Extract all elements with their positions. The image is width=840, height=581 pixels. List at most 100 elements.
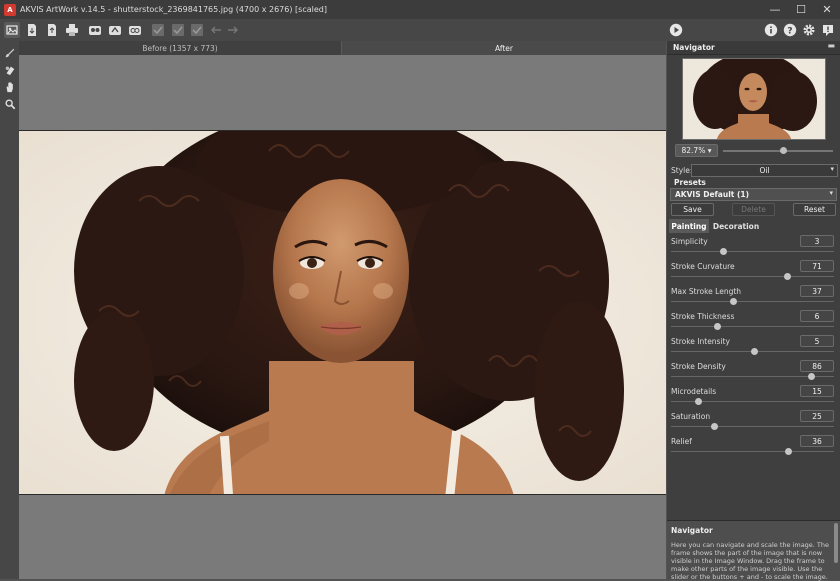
param-slider[interactable] [671, 323, 834, 330]
zoom-value: 82.7% [681, 146, 706, 155]
svg-text:?: ? [787, 26, 792, 36]
share-icon[interactable] [107, 22, 123, 38]
param-label: Max Stroke Length [671, 287, 742, 296]
param-label: Saturation [671, 412, 711, 421]
undo-arrow-icon[interactable] [208, 22, 224, 38]
window-title: AKVIS ArtWork v.14.5 - shutterstock_2369… [20, 5, 327, 14]
param-slider-thumb[interactable] [729, 298, 737, 305]
help-icon[interactable]: ? [782, 22, 798, 38]
brush-tool-icon[interactable] [2, 45, 17, 60]
settings-panel: Navigator ▬ 82.7% ▾ Style: Oil ▾ Presets… [667, 41, 840, 579]
param-slider-thumb[interactable] [807, 373, 815, 380]
tab-decoration[interactable]: Decoration [713, 219, 759, 233]
param-row: Stroke Intensity 5 [671, 335, 836, 355]
result-image[interactable] [19, 130, 666, 495]
param-slider-thumb[interactable] [750, 348, 758, 355]
param-label: Stroke Curvature [671, 262, 735, 271]
param-slider[interactable] [671, 273, 834, 280]
param-row: Stroke Thickness 6 [671, 310, 836, 330]
style-select[interactable]: Oil ▾ [691, 164, 838, 177]
style-label: Style: [671, 166, 693, 175]
zoom-control: 82.7% ▾ [675, 144, 835, 158]
tab-painting[interactable]: Painting [669, 219, 709, 233]
param-slider-thumb[interactable] [720, 248, 728, 255]
minimize-button[interactable]: — [762, 0, 788, 19]
help-panel: Navigator Here you can navigate and scal… [667, 520, 840, 581]
zoom-select[interactable]: 82.7% ▾ [675, 144, 718, 157]
param-value-field[interactable]: 25 [800, 410, 834, 422]
param-slider-thumb[interactable] [694, 398, 702, 405]
param-value-field[interactable]: 5 [800, 335, 834, 347]
reset-preset-button[interactable]: Reset [793, 203, 836, 216]
navigator-thumbnail[interactable] [682, 58, 826, 140]
param-slider[interactable] [671, 398, 834, 405]
home-icon[interactable] [4, 22, 20, 38]
panel-menu-icon[interactable]: ▬ [827, 41, 835, 50]
app-logo-icon: A [4, 3, 16, 16]
chevron-down-icon: ▾ [829, 189, 833, 197]
notification-icon[interactable] [820, 22, 836, 38]
batch-icon[interactable] [87, 22, 103, 38]
param-slider-thumb[interactable] [785, 448, 793, 455]
tab-before[interactable]: Before (1357 x 773) [19, 41, 342, 55]
param-slider[interactable] [671, 348, 834, 355]
help-scrollbar[interactable] [834, 523, 838, 563]
param-slider[interactable] [671, 423, 834, 430]
param-label: Relief [671, 437, 692, 446]
before-after-tabs: Before (1357 x 773) After [19, 41, 666, 55]
presets-value: AKVIS Default (1) [675, 190, 750, 199]
param-value-field[interactable]: 86 [800, 360, 834, 372]
run-play-icon[interactable] [668, 22, 684, 38]
param-row: Max Stroke Length 37 [671, 285, 836, 305]
param-value-field[interactable]: 37 [800, 285, 834, 297]
save-preset-button[interactable]: Save [671, 203, 714, 216]
param-row: Stroke Density 86 [671, 360, 836, 380]
save-file-icon[interactable] [44, 22, 60, 38]
navigator-header: Navigator ▬ [667, 41, 840, 55]
style-row: Style: Oil ▾ [671, 164, 838, 177]
param-slider[interactable] [671, 248, 834, 255]
tab-after[interactable]: After [342, 41, 666, 55]
param-label: Stroke Density [671, 362, 726, 371]
param-label: Simplicity [671, 237, 708, 246]
param-slider-thumb[interactable] [710, 423, 718, 430]
zoom-tool-icon[interactable] [2, 96, 17, 111]
apply-check2-icon[interactable] [170, 22, 186, 38]
delete-preset-button[interactable]: Delete [732, 203, 775, 216]
main-toolbar: ? [0, 19, 840, 41]
eraser-tool-icon[interactable] [2, 62, 17, 77]
chevron-down-icon: ▾ [830, 165, 834, 173]
presets-select[interactable]: AKVIS Default (1) ▾ [670, 188, 837, 201]
print-icon[interactable] [64, 22, 80, 38]
param-value-field[interactable]: 36 [800, 435, 834, 447]
close-button[interactable]: ✕ [814, 0, 840, 19]
param-value-field[interactable]: 3 [800, 235, 834, 247]
settings-gear-icon[interactable] [801, 22, 817, 38]
param-slider[interactable] [671, 298, 834, 305]
param-row: Stroke Curvature 71 [671, 260, 836, 280]
hand-tool-icon[interactable] [2, 79, 17, 94]
redo-arrow-icon[interactable] [225, 22, 241, 38]
param-slider-thumb[interactable] [783, 273, 791, 280]
title-bar: A AKVIS ArtWork v.14.5 - shutterstock_23… [0, 0, 840, 19]
param-value-field[interactable]: 6 [800, 310, 834, 322]
param-slider[interactable] [671, 448, 834, 455]
apply-check3-icon[interactable] [189, 22, 205, 38]
help-title: Navigator [671, 526, 713, 535]
param-row: Simplicity 3 [671, 235, 836, 255]
presets-label: Presets [674, 178, 706, 187]
open-file-icon[interactable] [24, 22, 40, 38]
zoom-slider[interactable] [723, 147, 833, 154]
plugin-icon[interactable] [127, 22, 143, 38]
param-row: Saturation 25 [671, 410, 836, 430]
param-value-field[interactable]: 71 [800, 260, 834, 272]
zoom-slider-thumb[interactable] [779, 147, 787, 154]
info-icon[interactable] [763, 22, 779, 38]
apply-check-icon[interactable] [150, 22, 166, 38]
param-slider-thumb[interactable] [713, 323, 721, 330]
maximize-button[interactable]: ☐ [788, 0, 814, 19]
param-row: Relief 36 [671, 435, 836, 455]
param-label: Microdetails [671, 387, 717, 396]
param-slider[interactable] [671, 373, 834, 380]
param-value-field[interactable]: 15 [800, 385, 834, 397]
